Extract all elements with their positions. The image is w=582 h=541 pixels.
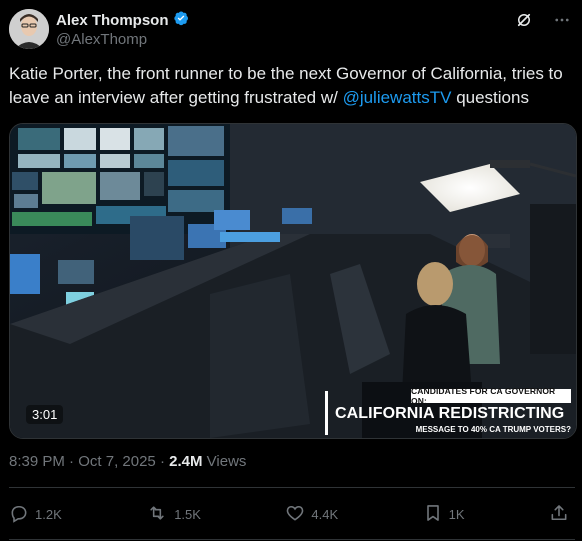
bookmark-count: 1K — [448, 506, 465, 522]
share-button[interactable] — [549, 503, 569, 526]
chyron-divider — [325, 391, 328, 435]
bookmark-button[interactable]: 1K — [423, 503, 465, 526]
like-icon — [285, 503, 305, 526]
repost-count: 1.5K — [174, 506, 201, 522]
action-bar: 1.2K 1.5K 4.4K 1K — [9, 498, 575, 530]
chyron-main: CALIFORNIA REDISTRICTING — [335, 405, 565, 422]
divider-bottom — [9, 539, 575, 540]
repost-icon — [146, 503, 168, 526]
author-name-row[interactable]: Alex Thompson — [56, 10, 189, 31]
more-icon[interactable] — [552, 10, 572, 30]
repost-button[interactable]: 1.5K — [146, 503, 201, 526]
reply-icon — [9, 503, 29, 526]
tweet-time[interactable]: 8:39 PM — [9, 453, 65, 470]
like-count: 4.4K — [311, 506, 339, 522]
like-button[interactable]: 4.4K — [285, 503, 338, 526]
meta-separator: · — [69, 453, 75, 470]
meta-separator-2: · — [159, 453, 165, 470]
tweet-text-after: questions — [451, 88, 529, 107]
tweet-date[interactable]: Oct 7, 2025 — [78, 453, 156, 470]
chyron-sub: MESSAGE TO 40% CA TRUMP VOTERS? — [415, 424, 571, 434]
reply-count: 1.2K — [35, 506, 62, 522]
grok-icon[interactable] — [514, 10, 534, 30]
avatar[interactable] — [9, 9, 49, 49]
chyron-top: CANDIDATES FOR CA GOVERNOR ON: — [411, 386, 571, 406]
top-actions — [514, 10, 572, 30]
share-icon — [549, 503, 569, 526]
bookmark-icon — [423, 503, 443, 526]
views-label: Views — [206, 453, 247, 470]
divider-top — [9, 487, 575, 488]
mention-link[interactable]: @juliewattsTV — [343, 88, 452, 107]
author-name[interactable]: Alex Thompson — [56, 12, 169, 29]
verified-badge-icon — [173, 10, 189, 31]
avatar-image — [9, 9, 49, 49]
tweet-text: Katie Porter, the front runner to be the… — [9, 62, 575, 110]
reply-button[interactable]: 1.2K — [9, 503, 62, 526]
video-duration: 3:01 — [26, 405, 64, 424]
tweet-meta: 8:39 PM · Oct 7, 2025 · 2.4M Views — [9, 453, 246, 470]
author-handle[interactable]: @AlexThomp — [56, 31, 147, 48]
views-count: 2.4M — [169, 453, 203, 470]
